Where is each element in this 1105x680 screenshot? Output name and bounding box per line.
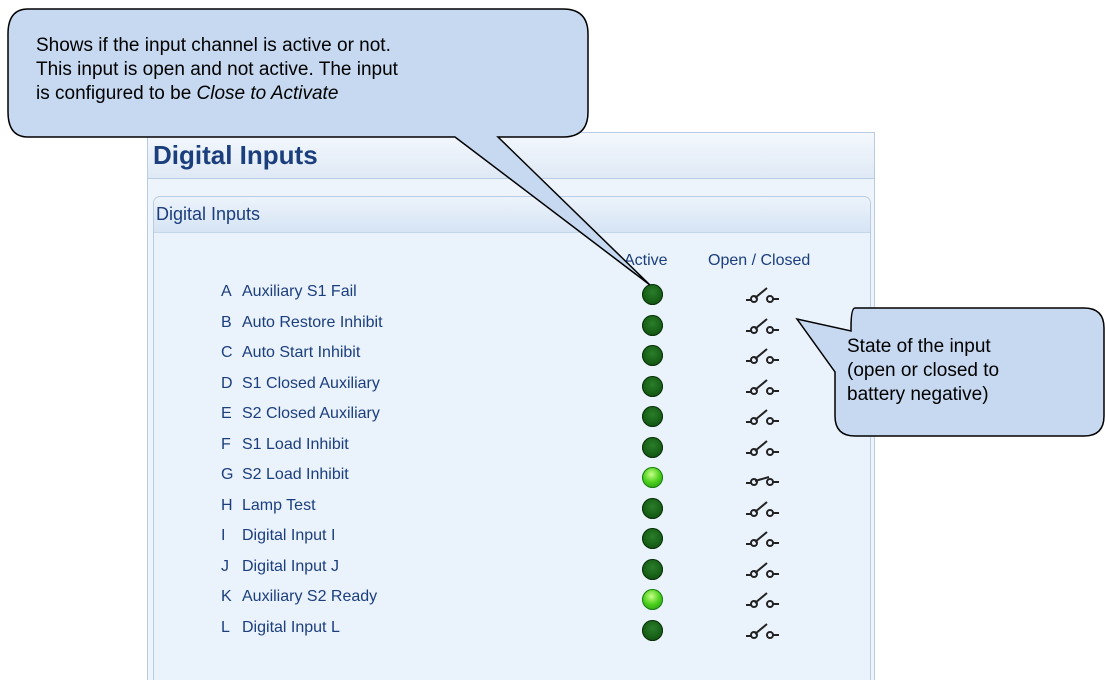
active-callout-text: Shows if the input channel is active or … bbox=[36, 34, 398, 106]
active-callout-line-2: This input is open and not active. The i… bbox=[36, 59, 398, 80]
active-callout-line-3-prefix: is configured to be bbox=[36, 83, 197, 104]
state-callout-line-3: battery negative) bbox=[847, 384, 989, 405]
state-callout-line-2: (open or closed to bbox=[847, 360, 1000, 381]
active-callout-line-1: Shows if the input channel is active or … bbox=[36, 35, 391, 56]
state-callout-line-1: State of the input bbox=[847, 336, 991, 357]
active-callout-emphasis: Close to Activate bbox=[196, 83, 339, 104]
state-callout-text: State of the input (open or closed to ba… bbox=[847, 335, 999, 407]
active-callout-line-3: is configured to be Close to Activate bbox=[36, 82, 398, 106]
